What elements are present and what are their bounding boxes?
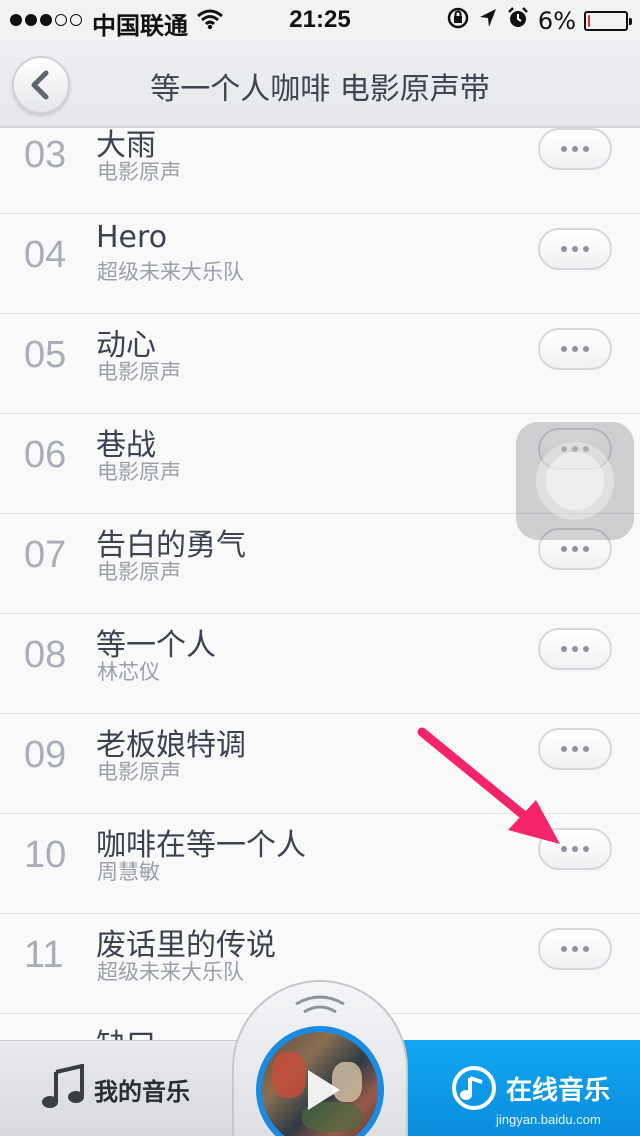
track-artist: 电影原声 [97,360,181,384]
ellipsis-dot-icon [583,746,589,752]
track-artist: 电影原声 [97,460,181,484]
ellipsis-dot-icon [583,246,589,252]
track-artist: 超级未来大乐队 [97,960,244,984]
more-options-button[interactable] [538,928,612,970]
track-number: 06 [24,434,67,476]
track-artist: 林芯仪 [97,660,160,684]
battery-icon [584,11,632,31]
ellipsis-dot-icon [583,546,589,552]
battery-percentage: 6% [537,7,576,35]
track-artist: 周慧敏 [97,860,160,884]
ellipsis-dot-icon [561,346,567,352]
online-music-icon [452,1066,496,1110]
ellipsis-dot-icon [561,646,567,652]
more-options-button[interactable] [538,328,612,370]
status-bar: 中国联通 21:25 6% [0,0,640,40]
ellipsis-dot-icon [561,246,567,252]
back-button[interactable] [12,56,70,114]
track-number: 10 [24,834,67,876]
ellipsis-dot-icon [572,346,578,352]
ellipsis-dot-icon [561,546,567,552]
ellipsis-dot-icon [583,646,589,652]
track-list[interactable]: 03 大雨 电影原声 04 Hero 超级未来大乐队 05 动心 电影原声 06 巷战 电影原声 07 告… [0,128,640,1040]
ellipsis-dot-icon [583,146,589,152]
ellipsis-dot-icon [561,946,567,952]
ellipsis-dot-icon [572,946,578,952]
more-options-button[interactable] [538,628,612,670]
tab-online-music-label: 在线音乐 [506,1076,611,1106]
ellipsis-dot-icon [572,246,578,252]
nav-bar: 等一个人咖啡 电影原声带 [0,40,640,128]
track-number: 03 [24,134,67,176]
battery-level [588,15,591,27]
status-right: 6% [446,6,632,36]
track-number: 09 [24,734,67,776]
ellipsis-dot-icon [583,946,589,952]
ellipsis-dot-icon [561,146,567,152]
more-options-button[interactable] [538,128,612,170]
ellipsis-dot-icon [572,546,578,552]
track-title: Hero [96,220,168,255]
ellipsis-dot-icon [572,646,578,652]
track-artist: 电影原声 [97,760,181,784]
play-icon[interactable] [296,1066,344,1114]
music-note-icon [42,1064,84,1108]
track-number: 08 [24,634,67,676]
track-artist: 超级未来大乐队 [97,260,244,284]
location-icon [478,7,498,35]
alarm-icon [506,6,530,36]
track-row[interactable]: 05 动心 电影原声 [0,314,640,414]
track-row[interactable]: 03 大雨 电影原声 [0,128,640,214]
chevron-left-icon [31,70,49,100]
track-artist: 电影原声 [97,560,181,584]
track-number: 07 [24,534,67,576]
assistive-touch-button[interactable] [516,422,634,540]
track-row[interactable]: 08 等一个人 林芯仪 [0,614,640,714]
annotation-arrow-icon [417,727,560,844]
track-number: 05 [24,334,67,376]
track-row[interactable]: 04 Hero 超级未来大乐队 [0,214,640,314]
page-title: 等一个人咖啡 电影原声带 [150,72,490,107]
ellipsis-dot-icon [583,346,589,352]
track-number: 11 [24,934,64,976]
watermark: jingyan.baidu.com [496,1112,601,1127]
more-options-button[interactable] [538,228,612,270]
sound-wave-icon [295,995,345,1014]
ellipsis-dot-icon [572,146,578,152]
ellipsis-dot-icon [572,746,578,752]
ellipsis-dot-icon [583,846,589,852]
ellipsis-dot-icon [572,846,578,852]
track-number: 04 [24,234,67,276]
rotation-lock-icon [446,6,470,36]
track-artist: 电影原声 [97,160,181,184]
tab-my-music-label: 我的音乐 [94,1078,190,1106]
track-title: 缺口 [96,1020,156,1040]
